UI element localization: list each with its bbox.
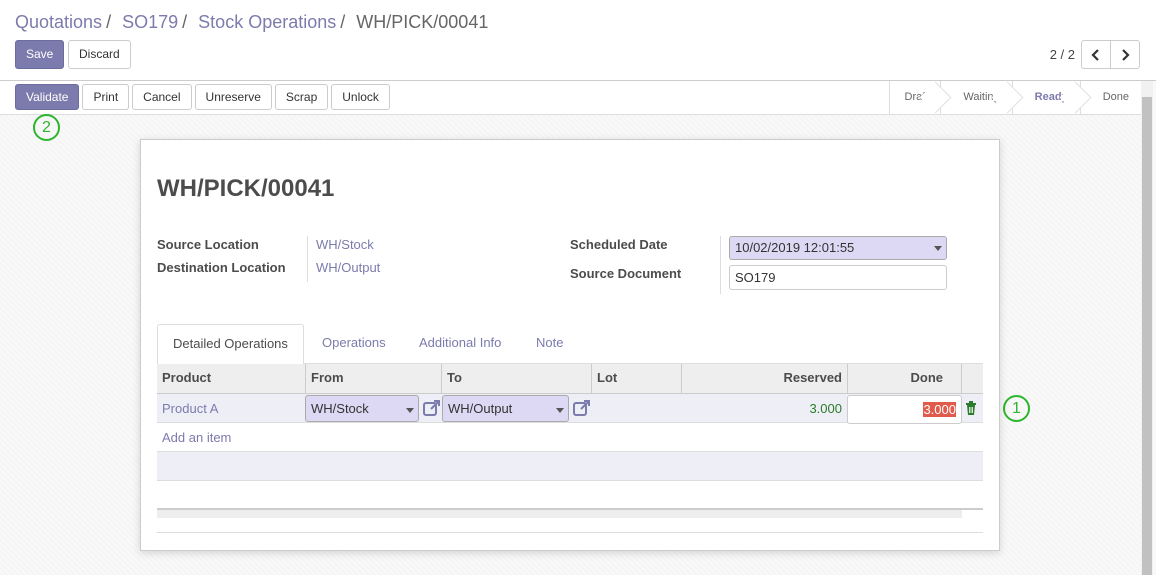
- external-link-icon[interactable]: [572, 398, 592, 418]
- tab-operations[interactable]: Operations: [307, 324, 401, 364]
- divider: [157, 518, 983, 533]
- stage-draft[interactable]: Draft: [888, 81, 941, 114]
- stage-pipeline: Draft Waiting Ready Done: [888, 81, 1141, 114]
- vertical-scrollbar[interactable]: [1141, 81, 1153, 575]
- form-sheet: WH/PICK/00041 Source Location WH/Stock D…: [140, 139, 1000, 551]
- step-marker-2: 2: [33, 114, 60, 141]
- save-button[interactable]: Save: [15, 40, 65, 69]
- discard-button[interactable]: Discard: [68, 40, 131, 69]
- cancel-button[interactable]: Cancel: [132, 84, 192, 110]
- scheduled-date-field[interactable]: 10/02/2019 12:01:55: [729, 236, 947, 260]
- column-header-to[interactable]: To: [442, 364, 592, 394]
- breadcrumb-separator: /: [106, 12, 112, 32]
- external-link-icon[interactable]: [422, 398, 442, 418]
- trash-icon[interactable]: [965, 401, 977, 415]
- pager-previous-button[interactable]: [1081, 40, 1111, 69]
- action-buttons: Validate Print Cancel Unreserve Scrap Un…: [15, 84, 390, 110]
- scheduled-date-label: Scheduled Date: [570, 237, 668, 252]
- divider: [720, 236, 721, 294]
- table-header: Product From To Lot Reserved Done: [157, 364, 983, 394]
- done-quantity-value: 3.000: [923, 402, 956, 417]
- validate-button[interactable]: Validate: [15, 84, 80, 110]
- chevron-right-icon: [1122, 48, 1130, 61]
- table-row[interactable]: Product A WH/Stock WH/Output 3.000 3.000: [157, 394, 983, 424]
- empty-row: [157, 452, 983, 481]
- product-cell[interactable]: Product A: [162, 401, 218, 416]
- tab-additional-info[interactable]: Additional Info: [404, 324, 516, 364]
- unlock-button[interactable]: Unlock: [331, 84, 390, 110]
- notebook-tabs: Detailed Operations Operations Additiona…: [157, 324, 983, 365]
- column-header-from[interactable]: From: [306, 364, 442, 394]
- to-location-select[interactable]: WH/Output: [442, 395, 569, 422]
- to-location-value: WH/Output: [448, 401, 513, 416]
- table-footer: [157, 510, 962, 518]
- step-marker-1: 1: [1003, 395, 1030, 422]
- divider: [307, 236, 308, 282]
- pager-value[interactable]: 2 / 2: [1050, 47, 1075, 62]
- from-location-select[interactable]: WH/Stock: [305, 395, 419, 422]
- scrollbar-thumb[interactable]: [1142, 97, 1152, 575]
- record-title: WH/PICK/00041: [157, 175, 335, 202]
- detailed-operations-table: Product From To Lot Reserved Done Produc…: [157, 364, 983, 533]
- source-document-field[interactable]: SO179: [729, 265, 947, 290]
- source-document-label: Source Document: [570, 266, 682, 281]
- pager-next-button[interactable]: [1110, 40, 1140, 69]
- breadcrumb-current: WH/PICK/00041: [356, 12, 489, 32]
- destination-location-link[interactable]: WH/Output: [316, 260, 380, 275]
- source-location-label: Source Location: [157, 237, 259, 252]
- unreserve-button[interactable]: Unreserve: [194, 84, 272, 110]
- from-location-value: WH/Stock: [311, 401, 369, 416]
- statusbar: Validate Print Cancel Unreserve Scrap Un…: [0, 81, 1141, 115]
- column-header-reserved[interactable]: Reserved: [682, 364, 848, 394]
- breadcrumb-quotations[interactable]: Quotations: [15, 12, 102, 32]
- empty-row: [157, 481, 983, 510]
- column-header-lot[interactable]: Lot: [592, 364, 682, 394]
- breadcrumb-separator: /: [340, 12, 346, 32]
- breadcrumb: Quotations / SO179/ Stock Operations / WH/…: [15, 12, 488, 33]
- scheduled-date-value: 10/02/2019 12:01:55: [735, 240, 855, 255]
- breadcrumb-separator: /: [182, 12, 188, 32]
- chevron-left-icon: [1091, 48, 1099, 61]
- column-header-done[interactable]: Done: [848, 364, 962, 394]
- scrap-button[interactable]: Scrap: [274, 84, 329, 110]
- breadcrumb-so179[interactable]: SO179: [122, 12, 178, 32]
- destination-location-label: Destination Location: [157, 260, 286, 275]
- caret-down-icon: [406, 408, 414, 413]
- pager: 2 / 2: [1050, 40, 1140, 69]
- source-location-link[interactable]: WH/Stock: [316, 237, 374, 252]
- column-header-product[interactable]: Product: [157, 364, 306, 394]
- print-button[interactable]: Print: [82, 84, 130, 110]
- caret-down-icon: [556, 408, 564, 413]
- done-quantity-input[interactable]: 3.000: [847, 395, 962, 424]
- reserved-quantity: 3.000: [809, 401, 842, 416]
- add-item-row: Add an item: [157, 423, 983, 452]
- tab-note[interactable]: Note: [521, 324, 578, 364]
- tab-detailed-operations[interactable]: Detailed Operations: [157, 324, 304, 365]
- control-panel: Quotations / SO179/ Stock Operations / WH/…: [0, 0, 1156, 81]
- breadcrumb-stock-operations[interactable]: Stock Operations: [198, 12, 336, 32]
- caret-down-icon: [934, 246, 942, 251]
- add-item-link[interactable]: Add an item: [162, 430, 231, 445]
